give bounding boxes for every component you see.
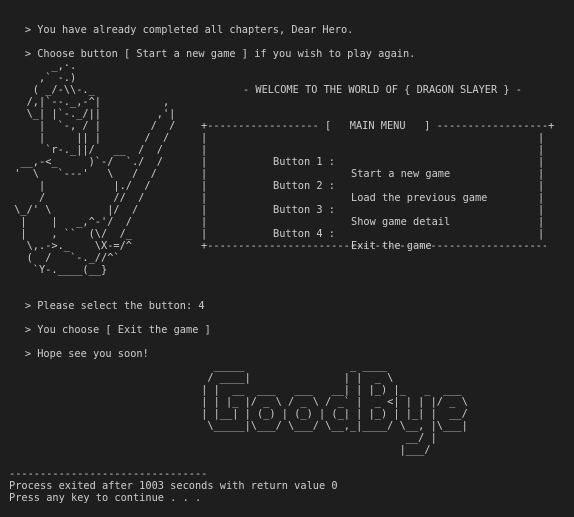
prompt-glyph: >: [24, 348, 32, 360]
choose-text: You choose [ Exit the game ]: [37, 324, 211, 336]
menu-item-2-action: Load the previous game: [351, 192, 488, 204]
intro-line-2: > Choose button [ Start a new game ] if …: [0, 36, 416, 60]
intro-text-1: You have already completed all chapters,…: [37, 24, 354, 36]
continue-prompt-line: Press any key to continue . . .: [9, 492, 202, 504]
welcome-title: - WELCOME TO THE WORLD OF { DRAGON SLAYE…: [243, 84, 522, 96]
menu-item-4[interactable]: Button 4 : Exit the game: [0, 216, 432, 264]
intro-text-2: Choose button [ Start a new game ] if yo…: [37, 48, 416, 60]
goodbye-ascii-banner: _____ _ ____ / ____| | | _ \ | | __ ___ …: [201, 360, 468, 456]
hero-ascii-art: _,·. ,` -.) ( _/-\\-._ /,|`--._,-^| , \_…: [14, 60, 176, 276]
menu-item-4-label: Button 4 :: [273, 228, 335, 240]
menu-item-3-label: Button 3 :: [273, 204, 335, 216]
choose-line: > You choose [ Exit the game ]: [0, 312, 211, 336]
prompt-glyph: >: [24, 324, 32, 336]
console-window[interactable]: > You have already completed all chapter…: [0, 0, 574, 517]
select-line: > Please select the button: 4: [0, 288, 205, 312]
menu-item-2-label: Button 2 :: [273, 180, 335, 192]
menu-right-border: | | | | | | | | |: [538, 132, 545, 240]
prompt-glyph: >: [24, 48, 32, 60]
select-text: Please select the button: 4: [37, 300, 205, 312]
goodbye-line: > Hope see you soon!: [0, 336, 149, 360]
separator-line: --------------------------------: [9, 468, 208, 480]
prompt-glyph: >: [24, 24, 32, 36]
prompt-glyph: >: [24, 300, 32, 312]
intro-line-1: > You have already completed all chapter…: [0, 12, 354, 36]
process-exit-line: Process exited after 1003 seconds with r…: [9, 480, 338, 492]
menu-item-3-action: Show game detail: [351, 216, 451, 228]
menu-left-border: | | | | | | | | |: [201, 132, 208, 240]
goodbye-text: Hope see you soon!: [37, 348, 149, 360]
menu-bottom-border: +---------------------------------------…: [201, 240, 546, 252]
menu-top-border: +------------------ [ MAIN MENU ] ------…: [201, 120, 555, 132]
menu-item-1-label: Button 1 :: [273, 156, 335, 168]
menu-item-1-action: Start a new game: [351, 168, 451, 180]
